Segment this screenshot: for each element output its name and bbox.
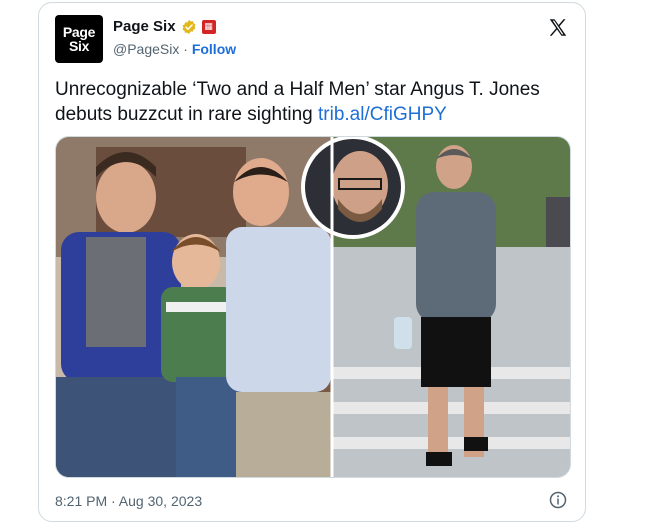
media-photo-collage xyxy=(56,137,570,477)
avatar-text-line1: Page xyxy=(62,24,96,40)
separator-dot: · xyxy=(183,41,188,57)
author-handle[interactable]: @PageSix xyxy=(113,41,179,57)
author-handle-row: @PageSix · Follow xyxy=(113,41,236,57)
avatar[interactable]: Page Six xyxy=(55,15,103,63)
tweet-media-image[interactable] xyxy=(55,136,571,478)
x-logo-icon[interactable] xyxy=(547,17,569,39)
tweet-text: Unrecognizable ‘Two and a Half Men’ star… xyxy=(55,77,575,127)
author-name-row: Page Six ▦ xyxy=(113,18,216,35)
tweet-link[interactable]: trib.al/CfiGHPY xyxy=(318,104,447,125)
info-icon[interactable] xyxy=(549,491,567,509)
follow-button[interactable]: Follow xyxy=(192,41,236,57)
tweet-card[interactable]: Page Six Page Six ▦ @PageSix · Follow Un… xyxy=(38,2,586,522)
avatar-text-line2: Six xyxy=(68,38,90,54)
tweet-timestamp[interactable]: 8:21 PM · Aug 30, 2023 xyxy=(55,493,202,509)
tweet-body: Unrecognizable ‘Two and a Half Men’ star… xyxy=(55,79,540,125)
verified-badge-gold-icon xyxy=(182,19,196,34)
author-name[interactable]: Page Six xyxy=(113,18,176,35)
affiliate-badge-icon: ▦ xyxy=(201,19,216,34)
